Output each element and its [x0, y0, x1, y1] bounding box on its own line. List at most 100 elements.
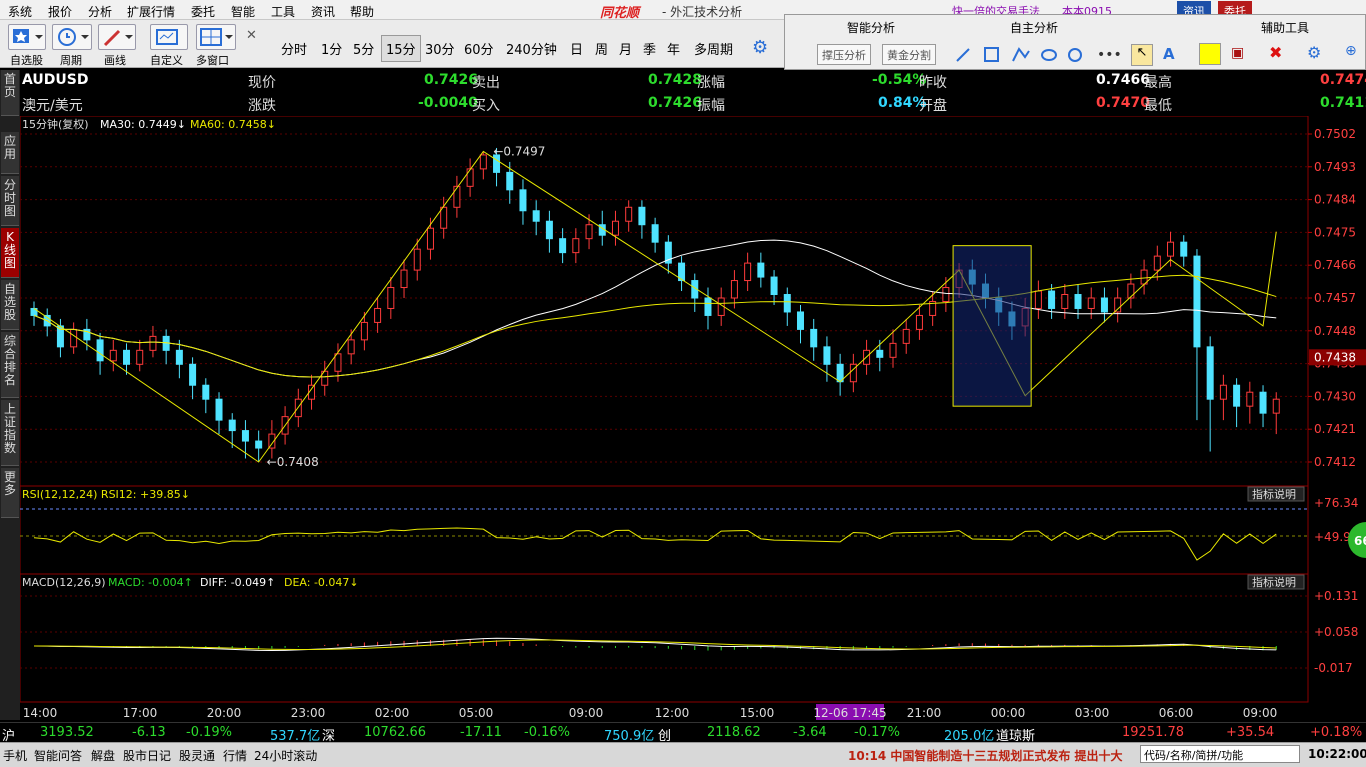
price-label: 0.7412 [1314, 455, 1356, 469]
candle-body [1193, 255, 1201, 348]
candle-body [175, 349, 183, 365]
candle-body [149, 335, 157, 351]
nav-home[interactable]: 首页 [1, 70, 19, 116]
period-week[interactable]: 周 [595, 39, 608, 58]
ticker-cy-value: 2118.62 [707, 725, 761, 740]
status-mobile[interactable]: 手机 [3, 747, 27, 764]
candle-body [202, 384, 210, 400]
price-label: 0.7466 [1314, 258, 1356, 272]
candle-body [1034, 290, 1042, 309]
period-1m[interactable]: 1分 [321, 39, 342, 58]
label-bid: 买入 [472, 98, 500, 114]
label-multi-window: 多窗口 [196, 54, 229, 67]
support-resistance-button[interactable]: 撑压分析 [817, 44, 871, 65]
ma60-line [33, 274, 1277, 378]
time-label: 03:00 [1075, 706, 1110, 720]
text-tool-icon[interactable]: A [1163, 45, 1175, 63]
candle-body [241, 430, 249, 442]
period-year[interactable]: 年 [667, 39, 680, 58]
pin-icon[interactable]: ⊕ [1345, 43, 1357, 59]
menu-order[interactable]: 委托 [191, 3, 215, 20]
candle-body [1246, 391, 1254, 407]
macd-frame [20, 573, 1309, 703]
candle-body [334, 353, 342, 372]
high-annotation: ←0.7497 [493, 144, 545, 158]
tool-settings-icon[interactable]: ⚙ [1307, 43, 1321, 62]
nav-sh-index[interactable]: 上证指数 [1, 400, 19, 466]
menu-quote[interactable]: 报价 [48, 3, 72, 20]
period-month[interactable]: 月 [619, 39, 632, 58]
candle-body [942, 287, 950, 302]
period-multi[interactable]: 多周期 [694, 39, 733, 58]
macd-diff-legend: DIFF: -0.049↑ [200, 576, 275, 589]
candle-body [1061, 294, 1069, 309]
menu-ext-quote[interactable]: 扩展行情 [127, 3, 175, 20]
watchlist-icon[interactable] [8, 24, 46, 50]
period-icon[interactable] [52, 24, 92, 50]
menu-help[interactable]: 帮助 [350, 3, 374, 20]
time-label: 09:00 [569, 706, 604, 720]
multi-window-icon[interactable] [196, 24, 236, 50]
price-label: 0.7475 [1314, 225, 1356, 239]
ticker-sh-value: 3193.52 [40, 725, 94, 740]
candle-body [1180, 241, 1188, 257]
color-picker-icon[interactable] [1199, 43, 1221, 65]
time-label: 23:00 [291, 706, 326, 720]
delete-icon[interactable]: ✖ [1269, 43, 1282, 62]
status-qa[interactable]: 智能问答 [34, 747, 82, 764]
ticker-dj-pct: +0.18% [1310, 725, 1363, 740]
nav-watchlist[interactable]: 自选股 [1, 280, 19, 330]
menu-smart[interactable]: 智能 [231, 3, 255, 20]
status-24h[interactable]: 24小时滚动 [254, 747, 317, 764]
candle-body [506, 171, 514, 191]
candle-body [559, 238, 567, 254]
draw-line-icon[interactable] [98, 24, 136, 50]
menu-tools[interactable]: 工具 [271, 3, 295, 20]
news-ticker[interactable]: 10:14 中国智能制造十三五规划正式发布 提出十大 [848, 747, 1123, 764]
status-analysis[interactable]: 解盘 [91, 747, 115, 764]
macd-help-label: 指标说明 [1252, 575, 1296, 589]
period-timeshare[interactable]: 分时 [281, 39, 307, 58]
period-day[interactable]: 日 [570, 39, 583, 58]
rsi-line [33, 527, 1277, 561]
period-240m[interactable]: 240分钟 [506, 39, 557, 58]
close-icon[interactable]: ✕ [246, 28, 257, 43]
kline-chart[interactable]: ←0.7497 ←0.7408 RSI(12,12,24) RSI12: +39.… [20, 116, 1366, 722]
candle-body [466, 168, 474, 187]
draw-tools-icons[interactable]: ••• [949, 43, 1125, 65]
save-icon[interactable]: ▣ [1231, 45, 1244, 61]
menu-system[interactable]: 系统 [8, 3, 32, 20]
search-input[interactable]: 代码/名称/简拼/功能 [1140, 745, 1300, 763]
period-15m[interactable]: 15分 [381, 35, 421, 62]
candle-body [1114, 297, 1122, 313]
status-diary[interactable]: 股市日记 [123, 747, 171, 764]
status-quote[interactable]: 行情 [223, 747, 247, 764]
candle-body [796, 311, 804, 330]
nav-more[interactable]: 更多 [1, 468, 19, 518]
time-label: 14:00 [23, 706, 58, 720]
menu-news[interactable]: 资讯 [311, 3, 335, 20]
label-amplitude: 振幅 [697, 98, 725, 114]
period-5m[interactable]: 5分 [353, 39, 374, 58]
period-30m[interactable]: 30分 [425, 39, 455, 58]
candle-body [1074, 294, 1082, 309]
period-60m[interactable]: 60分 [464, 39, 494, 58]
menu-analysis[interactable]: 分析 [88, 3, 112, 20]
candle-body [1087, 297, 1095, 309]
nav-timeshare[interactable]: 分时图 [1, 176, 19, 226]
period-season[interactable]: 季 [643, 39, 656, 58]
macd-label: +0.058 [1314, 625, 1358, 639]
section-aux-tools: 辅助工具 [1261, 21, 1310, 35]
analysis-panel: 智能分析 自主分析 辅助工具 撑压分析 黄金分割 ••• ↖ A ▣ ✖ ⚙ ⊕ [784, 14, 1366, 70]
golden-section-button[interactable]: 黄金分割 [882, 44, 936, 65]
nav-kline[interactable]: K线图 [1, 228, 19, 278]
candle-body [757, 262, 765, 278]
candle-body [1206, 346, 1214, 400]
custom-icon[interactable] [150, 24, 188, 50]
cursor-icon[interactable]: ↖ [1131, 44, 1153, 66]
status-linktong[interactable]: 股灵通 [179, 747, 215, 764]
nav-apps[interactable]: 应用 [1, 132, 19, 174]
value-last: 0.7426 [424, 72, 479, 88]
nav-ranking[interactable]: 综合排名 [1, 332, 19, 398]
settings-gear-icon[interactable]: ⚙ [752, 37, 768, 58]
